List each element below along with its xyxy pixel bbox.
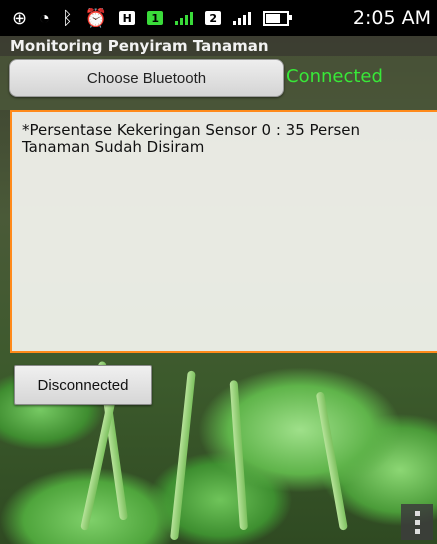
- status-bar: ⊕ ◔ ᛒ ⏰ H 1 2 2:05 AM: [0, 0, 437, 36]
- disconnect-button[interactable]: Disconnected: [14, 365, 152, 405]
- plus-icon: ⊕: [12, 8, 28, 28]
- clock-time: 2:05 AM: [352, 7, 431, 29]
- app-title: Monitoring Penyiram Tanaman: [10, 37, 269, 55]
- bluetooth-icon: ᛒ: [61, 8, 73, 28]
- choose-bluetooth-button[interactable]: Choose Bluetooth: [9, 59, 284, 97]
- signal1-icon: [175, 11, 194, 25]
- log-line: *Persentase Kekeringan Sensor 0 : 35 Per…: [22, 121, 360, 139]
- sensor-log-textarea[interactable]: *Persentase Kekeringan Sensor 0 : 35 Per…: [10, 110, 437, 353]
- sim2-icon: 2: [205, 11, 222, 25]
- app-title-bar: Monitoring Penyiram Tanaman: [0, 36, 437, 56]
- signal2-icon: [233, 11, 252, 25]
- sim1-icon: 1: [147, 11, 164, 25]
- battery-icon: [263, 10, 293, 26]
- overflow-menu-icon[interactable]: [401, 504, 433, 540]
- log-line: Tanaman Sudah Disiram: [22, 138, 205, 156]
- h-network-icon: H: [119, 11, 136, 25]
- alarm-icon: ⏰: [84, 8, 108, 28]
- wifi-icon: ◔: [39, 8, 50, 28]
- connection-status-label: Connected: [286, 66, 383, 87]
